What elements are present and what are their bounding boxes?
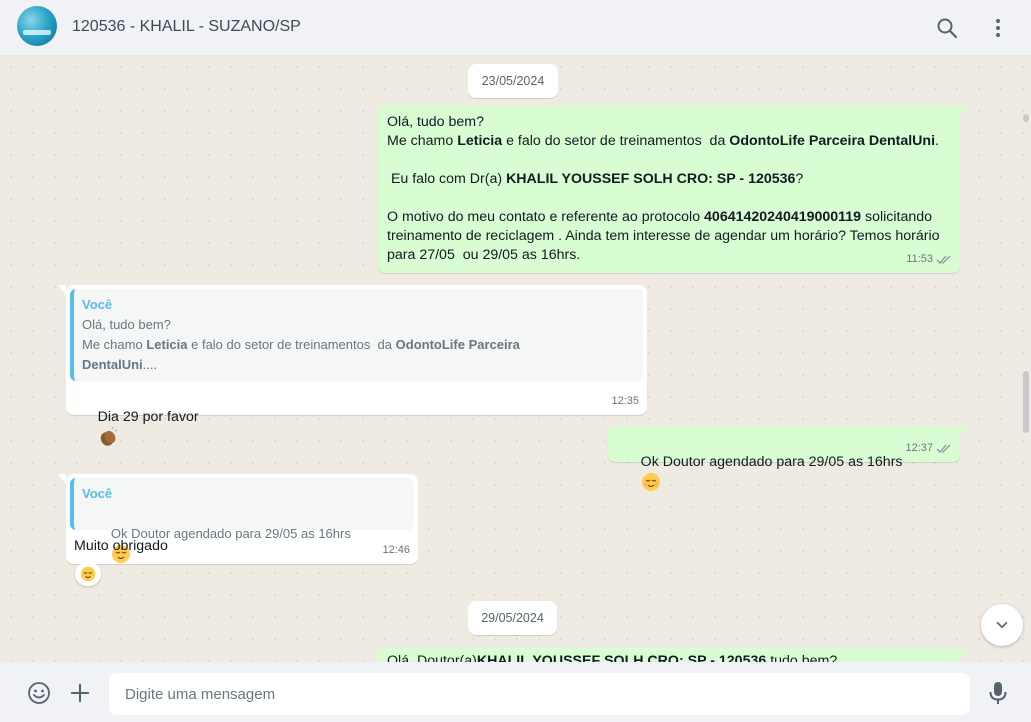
outgoing-message[interactable]: Olá, Doutor(a)KHALIL YOUSSEF SOLH CRO: S… <box>378 648 968 662</box>
quote-author: Você <box>82 486 113 501</box>
compose-bar <box>0 662 1031 722</box>
scrollbar-thumb[interactable] <box>1023 371 1029 433</box>
message-reaction[interactable] <box>75 562 101 586</box>
message-time: 12:35 <box>611 395 639 407</box>
contact-avatar[interactable] <box>17 6 57 46</box>
date-separator: 29/05/2024 <box>468 601 557 635</box>
microphone-icon[interactable] <box>986 680 1010 706</box>
message-line: Olá, tudo bem? <box>387 114 485 130</box>
quoted-message[interactable]: Você Ok Doutor agendado para 29/05 as 16… <box>70 478 414 563</box>
message-meta: 12:46 <box>382 541 410 560</box>
chevron-down-icon <box>996 621 1008 629</box>
message-line: Me chamo Leticia e falo do setor de trei… <box>387 133 939 149</box>
double-check-icon <box>936 444 951 453</box>
message-line: para 27/05 ou 29/05 as 16hrs. <box>387 247 581 263</box>
message-line: O motivo do meu contato e referente ao p… <box>387 209 933 225</box>
relieved-face-icon <box>641 473 660 491</box>
incoming-message[interactable]: Você Ok Doutor agendado para 29/05 as 16… <box>58 474 418 564</box>
message-time: 12:37 <box>905 442 933 454</box>
message-line: Eu falo com Dr(a) KHALIL YOUSSEF SOLH CR… <box>387 171 804 187</box>
chat-header: 120536 - KHALIL - SUZANO/SP <box>0 0 1031 56</box>
double-check-icon <box>936 255 951 264</box>
quote-line: Olá, tudo bem? <box>82 317 171 332</box>
quote-line: Me chamo Leticia e falo do setor de trei… <box>82 337 520 352</box>
emoji-icon[interactable] <box>27 681 51 705</box>
date-separator: 23/05/2024 <box>468 64 558 98</box>
quote-author: Você <box>82 297 113 312</box>
menu-dots-icon[interactable] <box>986 16 1010 40</box>
scroll-down-button[interactable] <box>981 604 1023 646</box>
clapping-hands-icon <box>100 427 117 446</box>
message-text: Muito obrigado <box>74 538 168 554</box>
message-input-box[interactable] <box>109 673 970 715</box>
outgoing-message[interactable]: Olá, tudo bem? Me chamo Leticia e falo d… <box>378 105 968 273</box>
quoted-message[interactable]: Você Olá, tudo bem? Me chamo Leticia e f… <box>70 289 643 381</box>
message-line: treinamento de reciclagem . Ainda tem in… <box>387 228 940 244</box>
scrollbar-cap <box>1023 114 1029 122</box>
contact-title[interactable]: 120536 - KHALIL - SUZANO/SP <box>72 18 301 36</box>
message-meta: 12:37 <box>905 439 952 458</box>
message-time: 12:46 <box>382 544 410 556</box>
message-input[interactable] <box>109 673 970 715</box>
search-icon[interactable] <box>935 16 959 40</box>
relieved-face-icon <box>80 566 96 582</box>
outgoing-message[interactable]: Ok Doutor agendado para 29/05 as 16hrs 1… <box>608 426 968 491</box>
message-text: Ok Doutor agendado para 29/05 as 16hrs <box>617 434 951 513</box>
message-line: Olá, Doutor(a)KHALIL YOUSSEF SOLH CRO: S… <box>387 653 838 662</box>
incoming-message[interactable]: Você Olá, tudo bem? Me chamo Leticia e f… <box>58 285 647 446</box>
message-text: Dia 29 por favor <box>74 389 199 468</box>
message-list[interactable]: 23/05/2024 Olá, tudo bem? Me chamo Letic… <box>0 56 1031 662</box>
message-meta: 12:35 <box>611 392 639 411</box>
message-meta: 11:53 <box>906 250 952 269</box>
quote-line: DentalUni.... <box>82 357 158 372</box>
plus-icon[interactable] <box>69 682 91 704</box>
message-time: 11:53 <box>906 253 933 265</box>
